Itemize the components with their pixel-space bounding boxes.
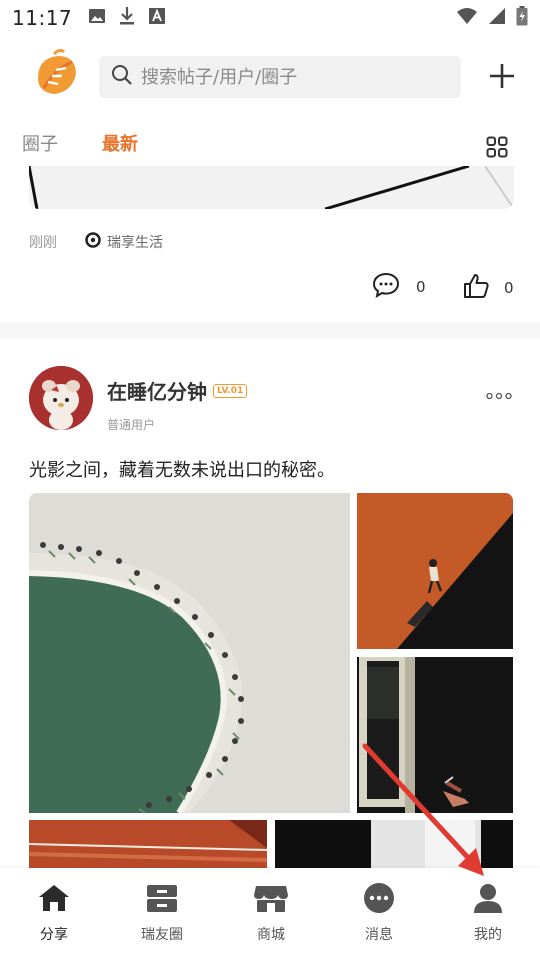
box-icon: [144, 882, 180, 918]
status-bar: 11:17: [0, 0, 540, 36]
circle-name: 瑞享生活: [107, 235, 163, 251]
nav-mall-label: 商城: [257, 927, 285, 943]
download-notification-icon: [118, 6, 136, 30]
nav-friend-circle-label: 瑞友圈: [141, 927, 183, 943]
tab-circle[interactable]: 圈子: [22, 130, 58, 156]
add-post-button[interactable]: [486, 60, 518, 92]
nav-profile[interactable]: 我的: [448, 882, 528, 944]
username-row: 在睡亿分钟 LV.01: [107, 376, 248, 405]
home-icon: [36, 882, 72, 918]
nav-profile-label: 我的: [474, 927, 502, 943]
battery-icon: [516, 6, 528, 30]
status-time: 11:17: [12, 6, 73, 30]
previous-post-time: 刚刚: [29, 235, 57, 251]
tab-latest-label: 最新: [102, 134, 138, 155]
post-photo-red-awning[interactable]: [29, 820, 267, 870]
previous-post-actions: 0 0: [0, 270, 540, 304]
post-photo-dark-doorway[interactable]: [275, 820, 513, 870]
more-options-icon[interactable]: [486, 384, 512, 405]
like-button[interactable]: 0: [462, 272, 514, 304]
search-input[interactable]: [141, 66, 441, 88]
nav-messages-label: 消息: [365, 927, 393, 943]
level-badge: LV.01: [213, 383, 248, 398]
comment-button[interactable]: 0: [372, 272, 426, 302]
top-header: [0, 44, 540, 108]
post-photo-orange-wall[interactable]: [357, 493, 513, 649]
nav-messages[interactable]: 消息: [339, 882, 419, 944]
wifi-icon: [456, 7, 478, 29]
nav-friend-circle[interactable]: 瑞友圈: [122, 882, 202, 944]
comment-count: 0: [416, 278, 426, 296]
tab-latest[interactable]: 最新: [102, 130, 138, 169]
bottom-navigation: 分享 瑞友圈 商城 消息 我的: [0, 868, 540, 960]
thumbs-up-icon: [462, 272, 490, 304]
circle-target-icon: [85, 232, 101, 252]
avatar[interactable]: [29, 366, 93, 430]
post-photo-window[interactable]: [357, 657, 513, 813]
nav-mall[interactable]: 商城: [231, 882, 311, 944]
username[interactable]: 在睡亿分钟: [107, 376, 207, 405]
post-separator: [0, 322, 540, 338]
comment-icon: [372, 272, 400, 302]
store-icon: [253, 882, 289, 918]
signal-icon: [488, 7, 506, 29]
chat-icon: [361, 882, 397, 918]
person-icon: [470, 882, 506, 918]
search-bar[interactable]: [99, 56, 461, 98]
image-notification-icon: [88, 7, 106, 29]
search-icon: [111, 64, 133, 90]
post-text: 光影之间，藏着无数未说出口的秘密。: [29, 460, 335, 481]
previous-post-meta: 刚刚 瑞享生活: [29, 232, 163, 252]
circle-link[interactable]: 瑞享生活: [85, 232, 163, 252]
nav-share-label: 分享: [40, 927, 68, 943]
grid-view-icon[interactable]: [486, 136, 508, 158]
nav-share[interactable]: 分享: [14, 882, 94, 944]
user-type: 普通用户: [107, 418, 156, 432]
font-notification-icon: [148, 7, 166, 29]
app-logo-icon[interactable]: [32, 48, 80, 100]
post-photo-pool[interactable]: [29, 493, 350, 813]
feed-tabs: 圈子 最新: [0, 122, 540, 169]
like-count: 0: [504, 279, 514, 297]
previous-post-image[interactable]: [29, 166, 514, 209]
